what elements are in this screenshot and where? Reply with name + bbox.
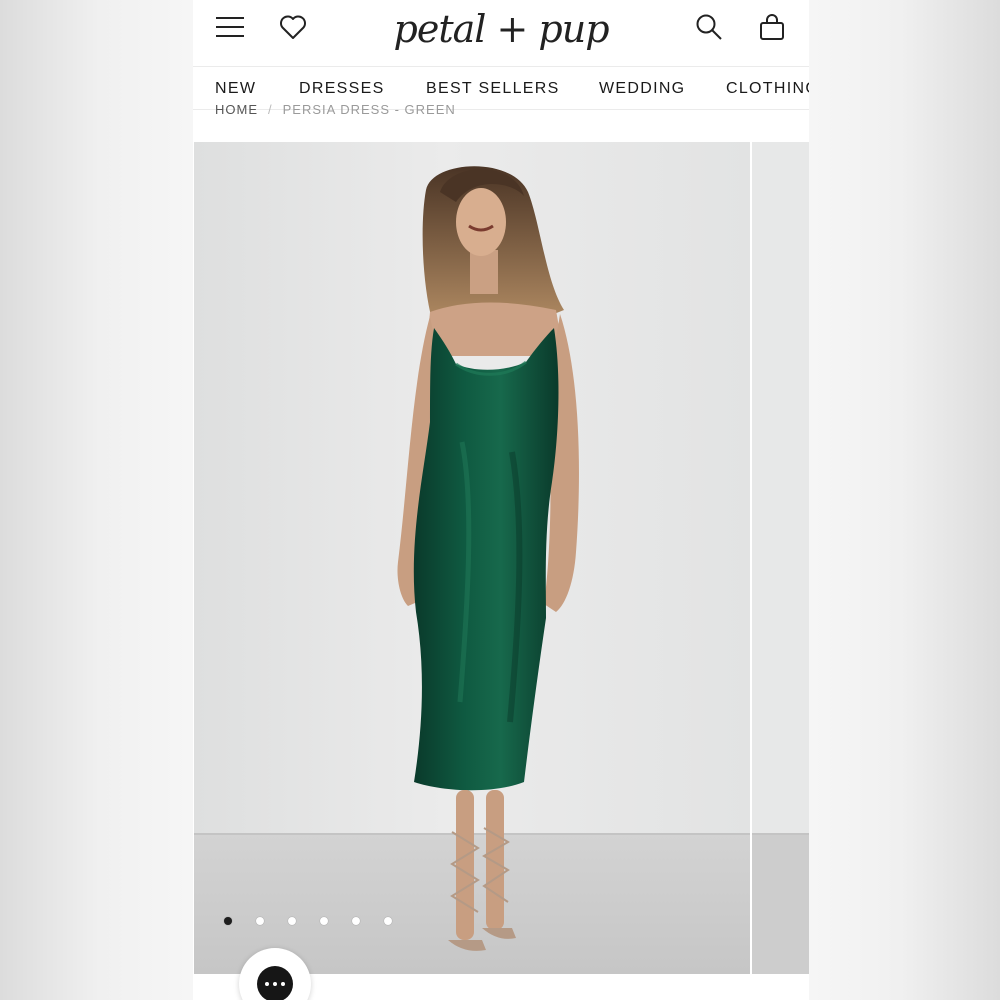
- nav-item-clothing[interactable]: CLOTHING: [726, 80, 809, 98]
- nav-item-new[interactable]: NEW: [215, 80, 256, 98]
- gallery-dot-1[interactable]: [224, 917, 232, 925]
- brand-logo[interactable]: petal + pup: [394, 0, 610, 58]
- gallery-dot-5[interactable]: [352, 917, 360, 925]
- shopping-bag-icon[interactable]: [755, 10, 789, 44]
- search-icon[interactable]: [692, 10, 726, 44]
- menu-icon[interactable]: [213, 10, 247, 44]
- gallery-dot-2[interactable]: [256, 917, 264, 925]
- gallery-dot-3[interactable]: [288, 917, 296, 925]
- site-header: petal + pup: [193, 0, 809, 66]
- breadcrumb: HOME / PERSIA DRESS - GREEN: [215, 102, 456, 117]
- gallery-dot-6[interactable]: [384, 917, 392, 925]
- next-product-image-peek[interactable]: [752, 142, 809, 974]
- mobile-page: petal + pup NEW DRESSES BEST SELLERS WED…: [193, 0, 809, 1000]
- nav-item-wedding[interactable]: WEDDING: [599, 80, 685, 98]
- breadcrumb-separator: /: [268, 102, 273, 117]
- gallery-dot-4[interactable]: [320, 917, 328, 925]
- nav-item-best-sellers[interactable]: BEST SELLERS: [426, 80, 560, 98]
- nav-item-dresses[interactable]: DRESSES: [299, 80, 385, 98]
- breadcrumb-current: PERSIA DRESS - GREEN: [282, 102, 456, 117]
- chat-dots-icon: [257, 966, 293, 1000]
- product-image-gallery[interactable]: [193, 142, 809, 974]
- gallery-pagination: [224, 915, 392, 927]
- product-image[interactable]: [194, 142, 750, 974]
- heart-icon[interactable]: [276, 10, 310, 44]
- breadcrumb-home[interactable]: HOME: [215, 102, 258, 117]
